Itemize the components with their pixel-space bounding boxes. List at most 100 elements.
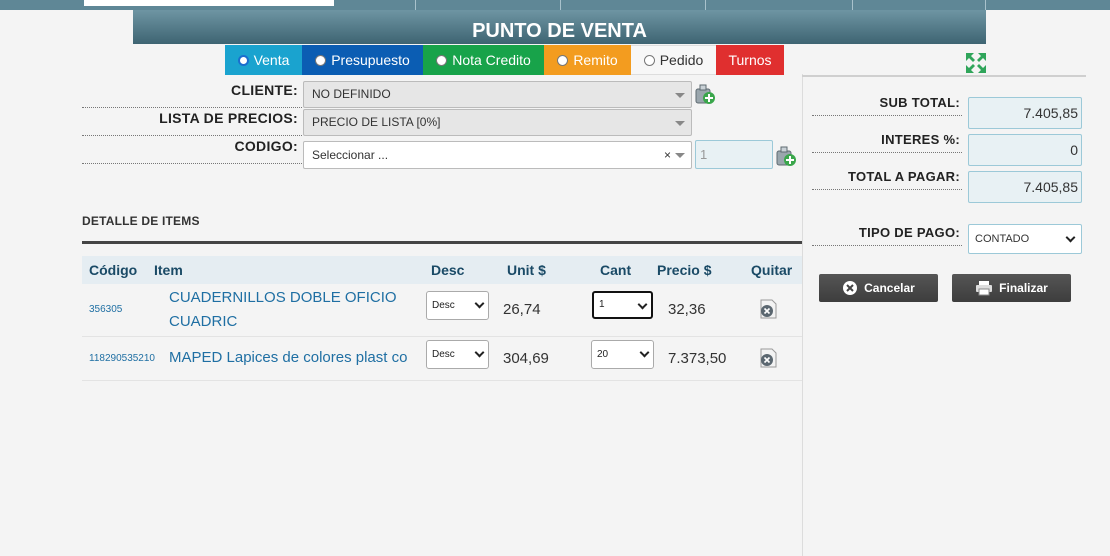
item-code[interactable]: 118290535210 <box>89 353 155 364</box>
subtotal-label: SUB TOTAL: <box>879 95 960 110</box>
tab-venta[interactable]: Venta <box>225 45 302 75</box>
top-nav-active-segment <box>84 0 334 6</box>
radio-icon[interactable] <box>315 54 327 66</box>
chevron-down-icon <box>474 298 485 309</box>
fullscreen-icon[interactable] <box>965 52 987 74</box>
codigo-placeholder: Seleccionar ... <box>312 148 389 162</box>
total-value: 7.405,85 <box>1023 179 1079 195</box>
header-precio: Precio $ <box>657 262 712 278</box>
radio-icon[interactable] <box>436 54 448 66</box>
line-price: 7.373,50 <box>668 350 727 367</box>
tipo-pago-row: TIPO DE PAGO: <box>812 222 962 246</box>
quantity-placeholder: 1 <box>700 147 708 162</box>
tab-nota-credito[interactable]: Nota Credito <box>423 45 544 75</box>
mode-tabs: Venta Presupuesto Nota Credito Remito Pe… <box>225 45 784 75</box>
tab-pedido[interactable]: Pedido <box>631 45 716 75</box>
cant-select[interactable]: 20 <box>591 340 654 369</box>
header-unit: Unit $ <box>507 262 546 278</box>
desc-select[interactable]: Desc <box>426 291 489 320</box>
cliente-value: NO DEFINIDO <box>312 87 391 101</box>
interes-value: 0 <box>1070 142 1078 158</box>
item-name[interactable]: CUADERNILLOS DOBLE OFICIO CUADRIC <box>169 286 397 334</box>
tab-label: Pedido <box>659 52 704 68</box>
total-row: TOTAL A PAGAR: <box>812 166 962 190</box>
interes-label: INTERES %: <box>881 132 960 147</box>
cant-value: 1 <box>599 299 605 310</box>
unit-price: 304,69 <box>503 350 549 367</box>
subtotal-row: SUB TOTAL: <box>812 92 962 116</box>
item-code[interactable]: 356305 <box>89 304 122 315</box>
cancel-button[interactable]: Cancelar <box>819 274 938 302</box>
top-nav-divider <box>560 0 561 10</box>
tipo-pago-select[interactable]: CONTADO <box>968 224 1082 254</box>
tab-label: Remito <box>573 52 618 68</box>
top-nav-divider <box>705 0 706 10</box>
panel-top-line <box>802 75 1086 77</box>
lista-precios-row: LISTA DE PRECIOS: <box>82 108 302 136</box>
top-nav-divider <box>985 0 986 10</box>
page-title: PUNTO DE VENTA <box>472 20 647 42</box>
printer-icon <box>976 281 993 296</box>
tab-label: Nota Credito <box>452 52 531 68</box>
header-quitar: Quitar <box>751 262 793 278</box>
top-nav-divider <box>415 0 416 10</box>
codigo-select[interactable]: Seleccionar ... × <box>303 141 692 169</box>
header-item: Item <box>154 262 183 278</box>
tab-label: Turnos <box>728 52 772 68</box>
add-client-icon[interactable] <box>694 83 716 105</box>
radio-icon[interactable] <box>237 54 249 66</box>
cancel-icon <box>843 281 858 295</box>
lista-precios-value: PRECIO DE LISTA [0%] <box>312 115 441 129</box>
radio-icon[interactable] <box>643 54 655 66</box>
tab-turnos[interactable]: Turnos <box>716 45 784 75</box>
remove-item-icon[interactable] <box>757 347 779 369</box>
header-desc: Desc <box>431 262 465 278</box>
line-price: 32,36 <box>668 301 706 318</box>
total-label: TOTAL A PAGAR: <box>847 169 960 184</box>
subtotal-value: 7.405,85 <box>1023 105 1079 121</box>
item-name[interactable]: MAPED Lapices de colores plast co <box>169 346 407 370</box>
cliente-row: CLIENTE: <box>82 80 302 108</box>
interes-field[interactable]: 0 <box>968 134 1082 166</box>
table-row: 356305 CUADERNILLOS DOBLE OFICIO CUADRIC… <box>82 284 802 337</box>
lista-precios-select[interactable]: PRECIO DE LISTA [0%] <box>303 109 692 136</box>
top-nav-strip <box>0 0 1110 10</box>
interes-row: INTERES %: <box>812 129 962 153</box>
lista-precios-label: LISTA DE PRECIOS: <box>159 110 298 126</box>
chevron-down-icon <box>1065 232 1076 243</box>
tab-label: Venta <box>253 52 290 68</box>
item-name-line: MAPED Lapices de colores plast co <box>169 349 408 366</box>
desc-select[interactable]: Desc <box>426 340 489 369</box>
tab-remito[interactable]: Remito <box>544 45 631 75</box>
add-item-icon[interactable] <box>775 145 797 167</box>
panel-divider <box>802 74 803 556</box>
desc-value: Desc <box>432 349 455 360</box>
chevron-down-icon <box>675 153 685 158</box>
cancel-label: Cancelar <box>864 281 915 295</box>
header-cant: Cant <box>600 262 632 278</box>
detail-divider <box>82 241 802 244</box>
table-row: 118290535210 MAPED Lapices de colores pl… <box>82 337 802 381</box>
tab-label: Presupuesto <box>331 52 410 68</box>
chevron-down-icon <box>639 347 650 358</box>
item-name-line: CUADERNILLOS DOBLE OFICIO <box>169 289 397 306</box>
item-name-line: CUADRIC <box>169 313 238 330</box>
items-table-header: Código Item Desc Unit $ Cant Precio $ Qu… <box>82 256 802 284</box>
page-title-banner: PUNTO DE VENTA <box>133 10 986 44</box>
tipo-pago-label: TIPO DE PAGO: <box>858 225 960 240</box>
cliente-select[interactable]: NO DEFINIDO <box>303 81 692 108</box>
quantity-input[interactable]: 1 <box>695 140 773 169</box>
clear-icon[interactable]: × <box>664 142 671 168</box>
finalize-button[interactable]: Finalizar <box>952 274 1071 302</box>
tab-presupuesto[interactable]: Presupuesto <box>302 45 423 75</box>
cant-value: 20 <box>597 349 609 360</box>
cant-select[interactable]: 1 <box>592 291 653 319</box>
detail-title: DETALLE DE ITEMS <box>82 214 200 228</box>
radio-icon[interactable] <box>557 54 569 66</box>
desc-value: Desc <box>432 300 455 311</box>
remove-item-icon[interactable] <box>757 298 779 320</box>
codigo-row: CODIGO: <box>82 136 302 164</box>
tipo-pago-value: CONTADO <box>975 233 1030 245</box>
chevron-down-icon <box>637 299 648 310</box>
unit-price: 26,74 <box>503 301 541 318</box>
